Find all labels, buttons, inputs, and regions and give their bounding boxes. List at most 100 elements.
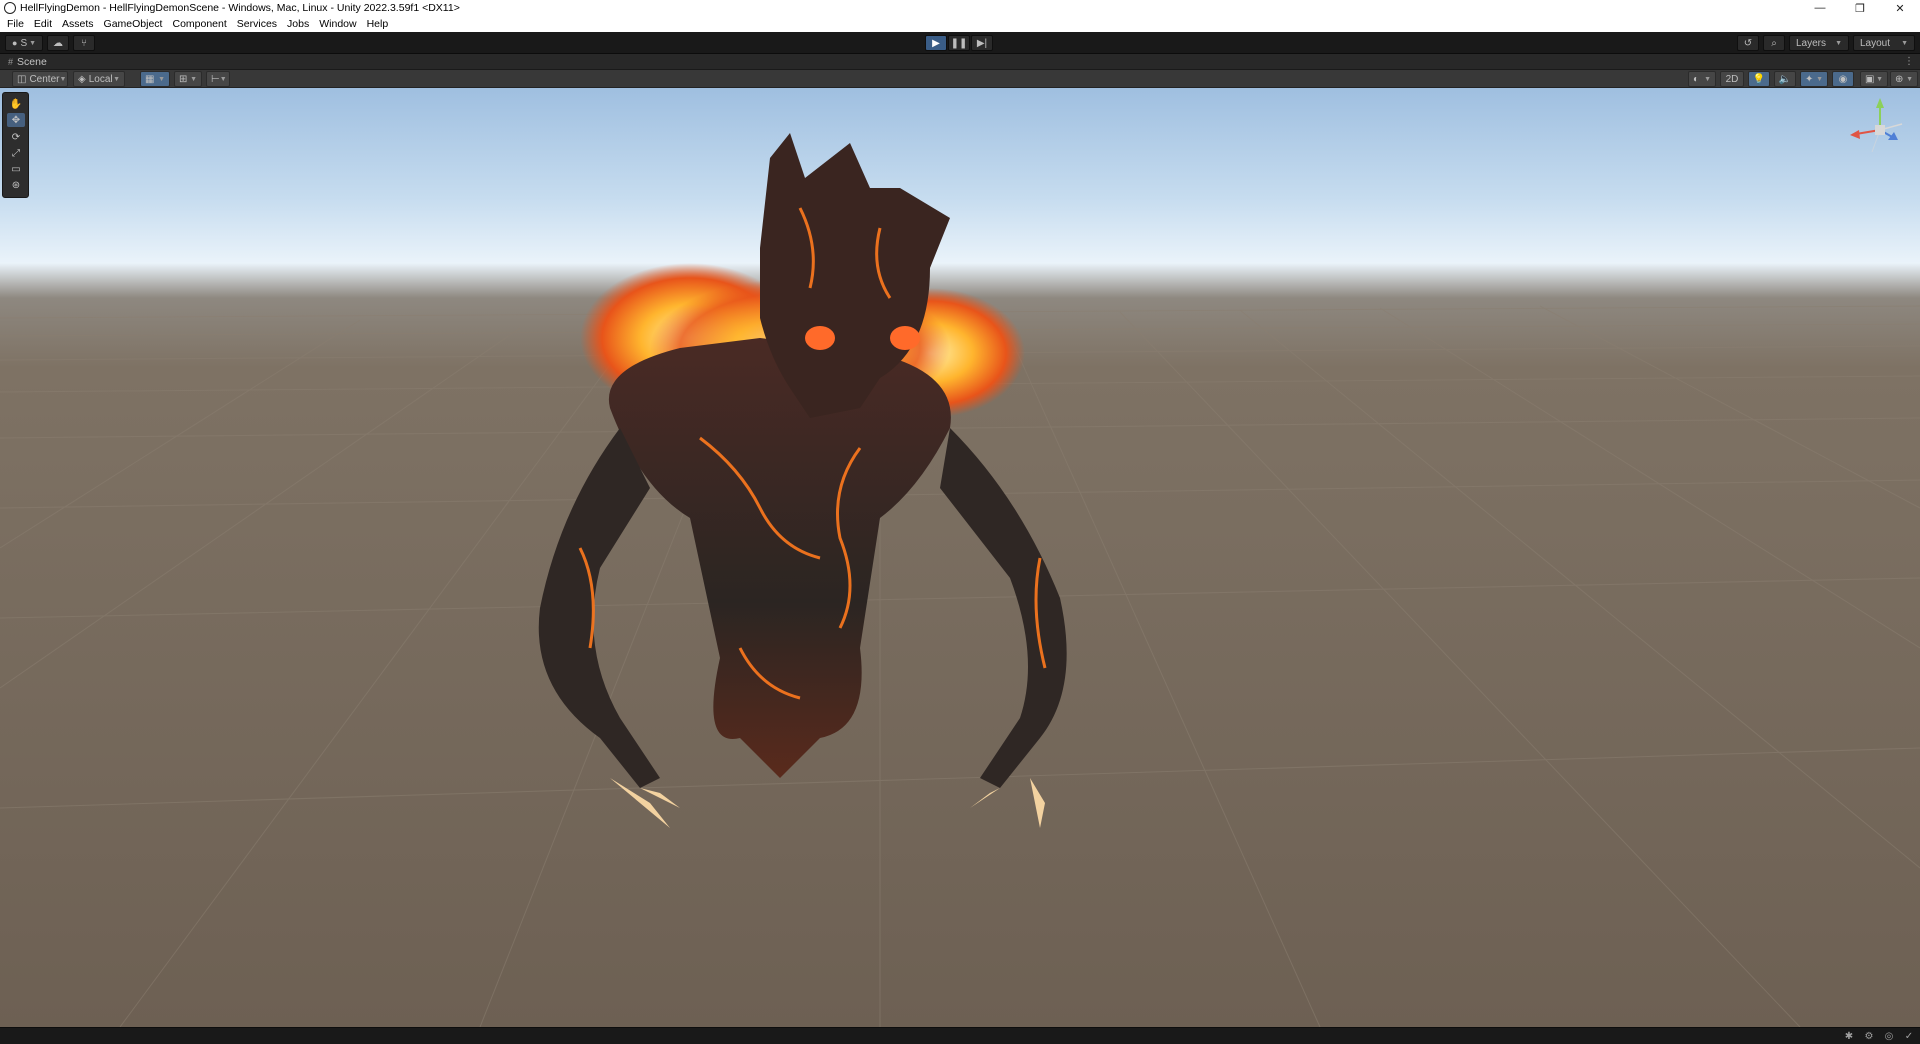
move-tool-button[interactable]: ✥ [7, 113, 25, 127]
rect-icon: ▭ [11, 163, 21, 175]
layers-label: Layers [1796, 37, 1827, 49]
menu-file[interactable]: File [2, 18, 29, 30]
light-bulb-icon: 💡 [1752, 73, 1766, 85]
menu-gameobject[interactable]: GameObject [99, 18, 168, 30]
step-icon: ▶| [976, 37, 988, 49]
2d-mode-toggle[interactable]: 2D [1720, 71, 1744, 87]
scene-viewport[interactable] [0, 88, 1920, 1027]
scene-tab-bar: # Scene ⋮ [0, 54, 1920, 70]
chevron-down-icon: ▼ [219, 75, 227, 83]
main-toolbar: ● S ▼ ☁ ⑂ ▶ ❚❚ ▶| ↺ ⌕ Layers ▼ Layout ▼ [0, 32, 1920, 54]
menu-bar: File Edit Assets GameObject Component Se… [0, 16, 1920, 32]
debug-icon[interactable]: ✱ [1842, 1030, 1856, 1042]
account-dropdown[interactable]: ● S ▼ [5, 35, 43, 51]
history-icon: ↺ [1743, 37, 1753, 49]
ruler-icon: ⊢ [211, 73, 220, 85]
cloud-button[interactable]: ☁ [47, 35, 69, 51]
menu-jobs[interactable]: Jobs [282, 18, 314, 30]
draw-mode-dropdown[interactable]: ◐ ▼ [1688, 71, 1716, 87]
transform-icon: ⊛ [11, 179, 21, 191]
layers-dropdown[interactable]: Layers ▼ [1789, 35, 1849, 51]
space-label: Local [88, 73, 113, 85]
chevron-down-icon: ▼ [190, 75, 197, 83]
gizmos-dropdown[interactable]: ⊕ ▼ [1890, 71, 1918, 87]
pivot-mode-dropdown[interactable]: ◫ Center ▼ [12, 71, 68, 87]
scale-tool-button[interactable]: ⤢ [7, 146, 25, 160]
eye-slash-icon: ◉ [1838, 73, 1848, 85]
speaker-icon: 🔈 [1778, 73, 1792, 85]
scale-icon: ⤢ [12, 147, 20, 159]
bug-icon[interactable]: ⚙ [1862, 1030, 1876, 1042]
play-button[interactable]: ▶ [925, 35, 947, 51]
menu-edit[interactable]: Edit [29, 18, 57, 30]
minimize-button[interactable]: — [1800, 0, 1840, 16]
camera-settings-dropdown[interactable]: ▣ ▼ [1860, 71, 1888, 87]
increment-snapping-toggle[interactable]: ⊢ ▼ [206, 71, 230, 87]
chevron-down-icon: ▼ [158, 75, 165, 83]
step-button[interactable]: ▶| [971, 35, 993, 51]
pause-button[interactable]: ❚❚ [948, 35, 970, 51]
window-controls: — ❐ ✕ [1800, 0, 1920, 16]
gizmo-x-cone[interactable] [1850, 130, 1860, 139]
undo-history-button[interactable]: ↺ [1737, 35, 1759, 51]
cloud-icon: ☁ [53, 37, 63, 49]
lighting-toggle[interactable]: 💡 [1748, 71, 1770, 87]
chevron-down-icon: ▼ [1704, 75, 1711, 83]
version-control-button[interactable]: ⑂ [73, 35, 95, 51]
tab-scene-label: Scene [17, 56, 47, 68]
more-options-icon[interactable]: ⋮ [1904, 56, 1914, 67]
chevron-down-icon: ▼ [113, 75, 120, 83]
tab-scene[interactable]: # Scene [2, 54, 53, 70]
layout-dropdown[interactable]: Layout ▼ [1853, 35, 1915, 51]
mode-2d-label: 2D [1725, 73, 1739, 85]
chevron-down-icon: ▼ [1906, 75, 1913, 83]
cache-icon[interactable]: ◎ [1882, 1030, 1896, 1042]
space-mode-dropdown[interactable]: ◈ Local ▼ [73, 71, 125, 87]
grid-visibility-toggle[interactable]: ▦ ▼ [140, 71, 170, 87]
audio-toggle[interactable]: 🔈 [1774, 71, 1796, 87]
hell-flying-demon-model[interactable] [0, 88, 1920, 1027]
scene-grid-icon: # [8, 57, 14, 67]
check-icon[interactable]: ✓ [1902, 1030, 1916, 1042]
menu-assets[interactable]: Assets [57, 18, 99, 30]
status-bar: ✱ ⚙ ◎ ✓ [0, 1027, 1920, 1044]
transform-tool-button[interactable]: ⊛ [7, 178, 25, 192]
scene-tools-overlay: ✋ ✥ ⟳ ⤢ ▭ ⊛ [2, 92, 29, 198]
gizmo-y-cone[interactable] [1876, 98, 1884, 108]
menu-help[interactable]: Help [362, 18, 394, 30]
grid-snapping-toggle[interactable]: ⊞ ▼ [174, 71, 202, 87]
search-button[interactable]: ⌕ [1763, 35, 1785, 51]
chevron-down-icon: ▼ [1835, 39, 1842, 47]
view-tool-button[interactable]: ✋ [7, 97, 25, 111]
search-icon: ⌕ [1771, 37, 1777, 49]
effects-icon: ✦ [1805, 73, 1814, 85]
branch-icon: ⑂ [81, 37, 87, 49]
menu-services[interactable]: Services [232, 18, 282, 30]
hand-icon: ✋ [9, 98, 23, 110]
scene-toolbar: ◫ Center ▼ ◈ Local ▼ ▦ ▼ ⊞ ▼ ⊢ ▼ ◐ ▼ 2D … [0, 70, 1920, 88]
chevron-down-icon: ▼ [59, 75, 67, 83]
camera-icon: ▣ [1865, 73, 1875, 85]
grid-icon: ▦ [145, 73, 155, 85]
account-label: S [20, 37, 28, 49]
maximize-button[interactable]: ❐ [1840, 0, 1880, 16]
menu-window[interactable]: Window [314, 18, 361, 30]
snap-icon: ⊞ [179, 73, 188, 85]
close-button[interactable]: ✕ [1880, 0, 1920, 16]
chevron-down-icon: ▼ [1816, 75, 1823, 83]
scene-visibility-toggle[interactable]: ◉ [1832, 71, 1854, 87]
chevron-down-icon: ▼ [1901, 39, 1908, 47]
rect-tool-button[interactable]: ▭ [7, 162, 25, 176]
local-space-icon: ◈ [78, 73, 86, 85]
chevron-down-icon: ▼ [29, 39, 36, 47]
layout-label: Layout [1860, 37, 1891, 49]
rotate-icon: ⟳ [11, 131, 21, 143]
pivot-label: Center [29, 73, 60, 85]
orientation-gizmo[interactable] [1840, 92, 1920, 172]
shading-icon: ◐ [1693, 73, 1700, 85]
move-icon: ✥ [11, 114, 21, 126]
menu-component[interactable]: Component [167, 18, 231, 30]
pause-icon: ❚❚ [950, 37, 968, 49]
effects-dropdown[interactable]: ✦ ▼ [1800, 71, 1828, 87]
rotate-tool-button[interactable]: ⟳ [7, 130, 25, 144]
